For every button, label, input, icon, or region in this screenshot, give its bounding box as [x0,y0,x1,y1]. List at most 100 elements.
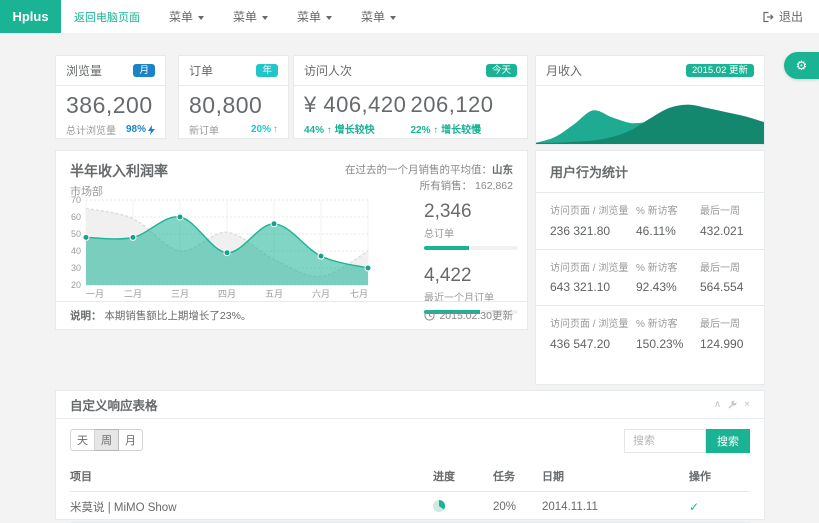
table-search: 搜索 [624,429,750,453]
table-row[interactable]: 米莫说 | MiMO Show 20% 2014.11.11 ✓ [70,492,750,523]
card-value: 386,200 [66,92,155,119]
svg-text:50: 50 [71,229,81,239]
stat-value: 2,346 [424,201,518,223]
wrench-icon[interactable] [728,400,737,409]
stat-value: 236 321.80 [550,223,636,239]
card-title: 浏览量 [66,62,102,79]
nav-menu-label: 菜单 [169,8,193,25]
card-orders: 订单 年 80,800 新订单 20%↑ [178,55,289,139]
progress-bar [424,246,469,250]
updated-badge: 2015.02 更新 [686,64,754,78]
theme-settings-button[interactable]: ⚙ [784,52,819,79]
svg-text:五月: 五月 [265,289,283,299]
stat-value: 564.554 [700,279,750,295]
sales-stats: 2,346 总订单 4,422 最近一个月订单 [424,201,518,314]
close-icon[interactable]: × [744,400,750,410]
card-metric: 44% ↑ 增长较快 [304,121,411,136]
tab-month[interactable]: 月 [119,429,143,451]
svg-text:一月: 一月 [86,289,104,299]
main-nav: 返回电脑页面 菜单 菜单 菜单 菜单 [61,0,396,33]
gear-icon: ⚙ [796,59,808,72]
panel-user-stats: 用户行为统计 访问页面 / 浏览量236 321.80 % 新访客46.11% … [535,150,765,385]
nav-menu-3[interactable]: 菜单 [297,8,332,25]
stat-label: 总订单 [424,225,518,240]
svg-text:70: 70 [71,195,81,205]
search-input[interactable] [624,429,706,453]
chevron-down-icon [262,16,268,20]
stat-label: 访问页面 / 浏览量 [550,318,636,332]
card-title: 订单 [189,62,213,79]
card-monthly-income: 月收入 2015.02 更新 [535,55,765,145]
nav-menu-label: 菜单 [233,8,257,25]
nav-menu-1[interactable]: 菜单 [169,8,204,25]
top-navbar: Hplus 返回电脑页面 菜单 菜单 菜单 菜单 退出 [0,0,819,33]
projects-table: 项目 进度 任务 日期 操作 米莫说 | MiMO Show 20% 2014.… [70,461,750,523]
chevron-down-icon [198,16,204,20]
stat-value: 436 547.20 [550,336,636,352]
svg-text:六月: 六月 [312,288,330,299]
stat-value: 432.021 [700,223,750,239]
stat-value: 643 321.10 [550,279,636,295]
tab-day[interactable]: 天 [70,429,95,451]
panel-sales-profit: 半年收入利润率 市场部 在过去的一个月销售的平均值：山东 所有销售： 162,8… [55,150,528,330]
nav-menu-label: 菜单 [361,8,385,25]
tab-week[interactable]: 周 [95,429,119,451]
stat-label: % 新访客 [636,262,700,276]
chevron-down-icon [326,16,332,20]
sales-line-chart: 203040506070一月二月三月四月五月六月七月 [64,195,378,301]
level-up-icon: ↑ [433,125,438,136]
svg-text:20: 20 [71,280,81,290]
card-visits: 访问人次 今天 ¥ 406,420 44% ↑ 增长较快 206,120 22%… [293,55,528,139]
stat-label: 最后一周 [700,262,750,276]
svg-text:60: 60 [71,212,81,222]
svg-text:二月: 二月 [124,289,142,299]
svg-text:四月: 四月 [218,289,236,299]
cell-task: 20% [493,492,542,523]
stat-value: 4,422 [424,265,518,287]
brand-logo[interactable]: Hplus [0,0,61,33]
card-metric: 20%↑ [251,124,278,135]
collapse-icon[interactable]: ∧ [714,400,721,410]
card-metric: 22% ↑ 增长较慢 [411,121,518,136]
user-stats-row: 访问页面 / 浏览量 236 321.80 % 新访客 46.11% 最后一周 432… [536,193,764,250]
stat-value: 46.11% [636,223,700,239]
clock-icon [424,310,435,321]
stat-label: % 新访客 [636,318,700,332]
sign-out-icon [762,11,774,23]
user-stats-row: 访问页面 / 浏览量436 547.20 % 新访客150.23% 最后一周12… [536,306,764,362]
stat-label: 最后一周 [700,205,750,219]
chevron-down-icon [390,16,396,20]
level-up-icon: ↑ [327,125,332,136]
card-title: 访问人次 [304,62,352,79]
stat-label: % 新访客 [636,205,700,219]
card-value: ¥ 406,420 [304,92,411,118]
card-value: 206,120 [411,92,518,118]
user-stats-row: 访问页面 / 浏览量643 321.10 % 新访客92.43% 最后一周564… [536,250,764,307]
card-sub-label: 新订单 [189,122,219,137]
card-metric: 98% [126,124,155,135]
cell-date: 2014.11.11 [542,492,689,523]
search-button[interactable]: 搜索 [706,429,750,453]
logout-link[interactable]: 退出 [762,0,803,33]
panel-custom-table: 自定义响应表格 ∧ × 天 周 月 搜索 项目 进度 任务 日期 操作 [55,390,765,520]
sales-summary: 在过去的一个月销售的平均值：山东 所有销售： 162,862 [345,162,513,195]
period-badge: 月 [133,64,155,78]
svg-text:七月: 七月 [350,289,368,299]
nav-menu-2[interactable]: 菜单 [233,8,268,25]
card-value: 80,800 [189,92,278,119]
svg-text:30: 30 [71,263,81,273]
progress-track [424,246,518,250]
nav-menu-4[interactable]: 菜单 [361,8,396,25]
nav-menu-label: 菜单 [297,8,321,25]
check-icon[interactable]: ✓ [689,500,699,514]
card-sub-label: 总计浏览量 [66,122,116,137]
period-badge: 今天 [486,64,517,78]
period-tab-group: 天 周 月 [70,429,143,451]
card-pageviews: 浏览量 月 386,200 总计浏览量 98% [55,55,166,139]
nav-home-link[interactable]: 返回电脑页面 [74,9,140,25]
svg-text:三月: 三月 [171,289,189,299]
card-title: 月收入 [546,62,582,79]
stat-value: 150.23% [636,336,700,352]
stat-label: 访问页面 / 浏览量 [550,205,636,219]
cell-project: 米莫说 | MiMO Show [70,492,433,523]
